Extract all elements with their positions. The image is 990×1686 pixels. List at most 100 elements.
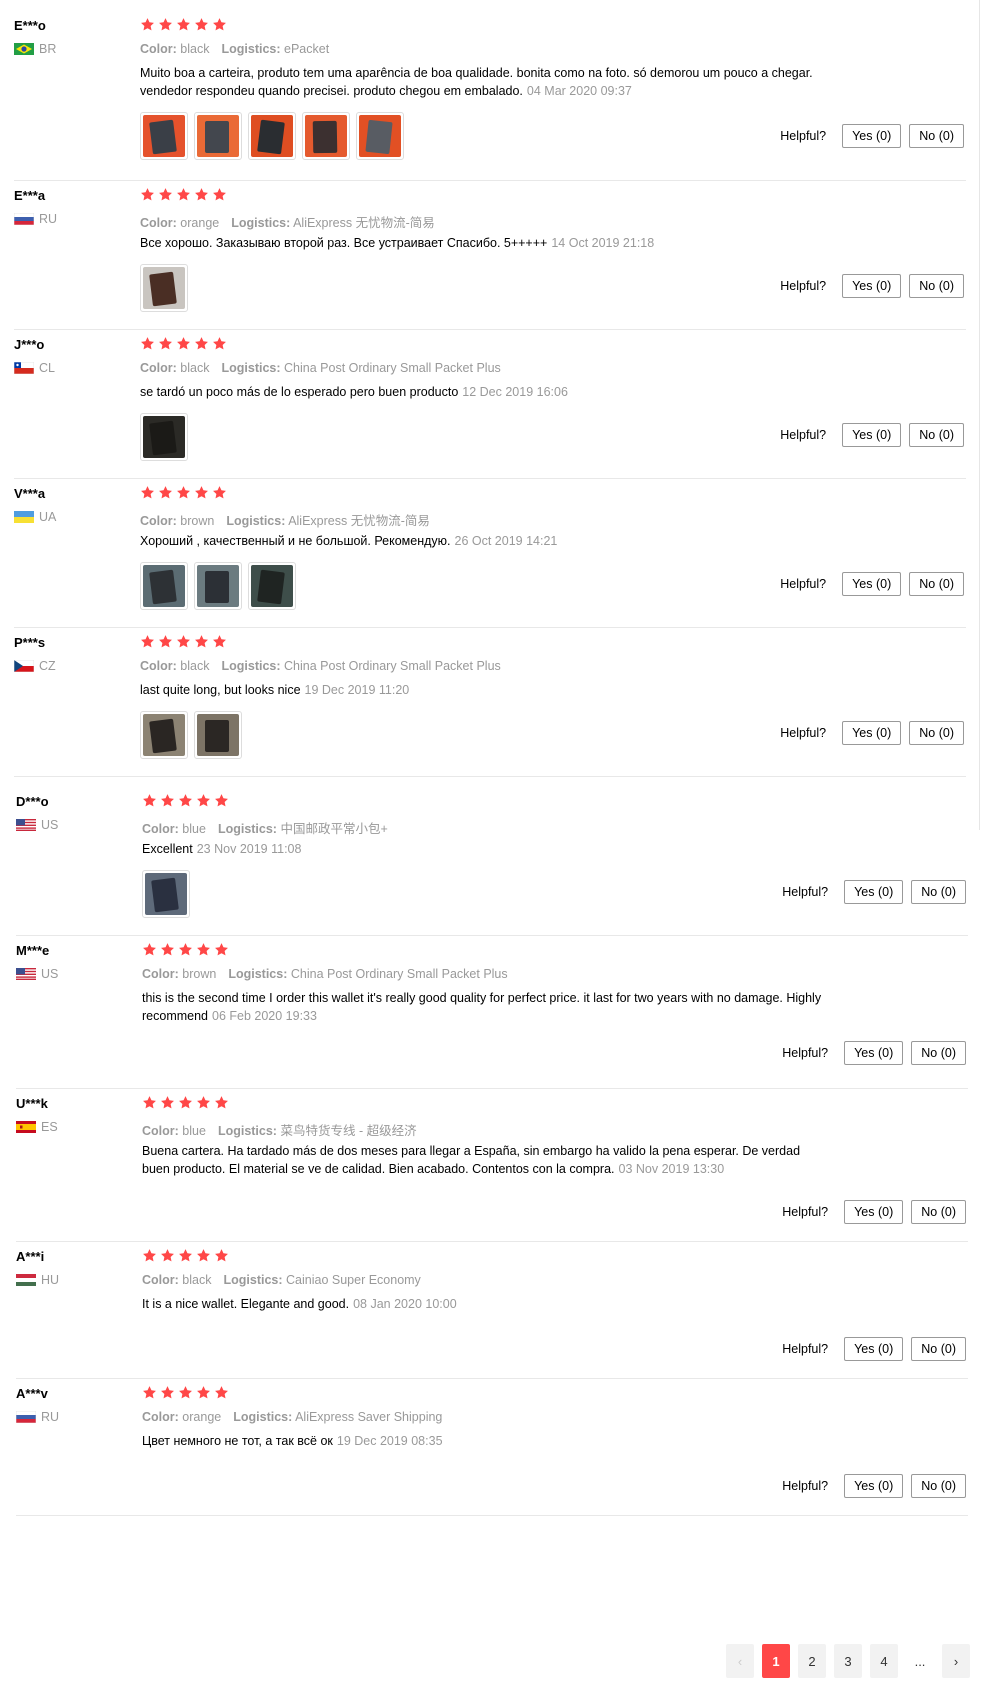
review-photo[interactable] [140, 264, 188, 312]
logistics-label: Logistics: [223, 1273, 283, 1287]
review-body: It is a nice wallet. Elegante and good. [142, 1297, 350, 1311]
review-photo[interactable] [142, 870, 190, 918]
next-page-button[interactable]: › [942, 1644, 970, 1678]
vote-yes-button[interactable]: Yes (0) [842, 124, 902, 148]
review-photo[interactable] [140, 562, 188, 610]
star-icon [214, 1248, 230, 1263]
country-code: RU [39, 212, 58, 226]
vote-yes-button[interactable]: Yes (0) [844, 1474, 904, 1498]
logistics-label: Logistics: [231, 216, 291, 230]
review-text: last quite long, but looks nice 19 Dec 20… [140, 681, 820, 699]
review-photo[interactable] [140, 112, 188, 160]
star-icon [160, 793, 176, 808]
logistics-value: ePacket [284, 42, 330, 56]
star-icon [176, 336, 192, 351]
star-icon [140, 17, 156, 32]
color-value: black [180, 42, 210, 56]
review-photo[interactable] [302, 112, 350, 160]
review-date: 14 Oct 2019 21:18 [551, 236, 655, 250]
helpful-label: Helpful? [782, 885, 829, 899]
star-icon [176, 187, 192, 202]
star-icon [158, 187, 174, 202]
reviewer-country: UA [14, 510, 56, 524]
vote-no-button[interactable]: No (0) [911, 1041, 966, 1065]
review-photos [140, 112, 410, 160]
vote-yes-button[interactable]: Yes (0) [842, 274, 902, 298]
star-icon [214, 793, 230, 808]
logistics-value: China Post Ordinary Small Packet Plus [284, 361, 501, 375]
color-value: black [180, 361, 210, 375]
vote-yes-button[interactable]: Yes (0) [842, 423, 902, 447]
country-code: CL [39, 361, 55, 375]
vote-no-button[interactable]: No (0) [909, 124, 964, 148]
helpful-voting: Helpful? Yes (0) No (0) [782, 1474, 966, 1498]
star-icon [160, 1385, 176, 1400]
vote-yes-button[interactable]: Yes (0) [844, 1041, 904, 1065]
helpful-label: Helpful? [780, 726, 827, 740]
color-label: Color: [142, 1273, 179, 1287]
helpful-voting: Helpful? Yes (0) No (0) [782, 1337, 966, 1361]
reviewer-name: P***s [14, 635, 46, 650]
logistics-label: Logistics: [221, 361, 281, 375]
page-1-button[interactable]: 1 [762, 1644, 790, 1678]
review-item: P***s CZ Color: black Logistics: China Post… [14, 629, 966, 777]
logistics-value: China Post Ordinary Small Packet Plus [290, 967, 508, 981]
vote-no-button[interactable]: No (0) [911, 1474, 966, 1498]
review-photo[interactable] [140, 413, 188, 461]
star-icon [194, 187, 210, 202]
review-photo[interactable] [356, 112, 404, 160]
vote-no-button[interactable]: No (0) [909, 721, 964, 745]
page-4-button[interactable]: 4 [870, 1644, 898, 1678]
review-photo[interactable] [248, 562, 296, 610]
review-date: 04 Mar 2020 09:37 [526, 84, 632, 98]
star-icon [214, 1385, 230, 1400]
review-photo[interactable] [248, 112, 296, 160]
page-3-button[interactable]: 3 [834, 1644, 862, 1678]
review-body: se tardó un poco más de lo esperado pero… [140, 385, 459, 399]
review-body: Хороший , качественный и не большой. Рек… [140, 534, 451, 548]
country-flag-icon [16, 1411, 36, 1423]
vote-no-button[interactable]: No (0) [911, 880, 966, 904]
review-meta: Color: brown Logistics: China Post Ordina… [142, 967, 508, 981]
vote-yes-button[interactable]: Yes (0) [844, 1337, 904, 1361]
vote-yes-button[interactable]: Yes (0) [844, 1200, 904, 1224]
vote-no-button[interactable]: No (0) [909, 423, 964, 447]
vote-no-button[interactable]: No (0) [909, 572, 964, 596]
star-icon [214, 1095, 230, 1110]
vote-yes-button[interactable]: Yes (0) [842, 572, 902, 596]
star-rating [140, 485, 230, 501]
review-item: J***o CL Color: black Logistics: China Post… [14, 331, 966, 479]
review-text: this is the second time I order this wal… [142, 989, 822, 1025]
country-code: CZ [39, 659, 56, 673]
helpful-label: Helpful? [780, 428, 827, 442]
star-icon [196, 793, 212, 808]
review-photo[interactable] [194, 562, 242, 610]
review-photo[interactable] [194, 112, 242, 160]
review-meta: Color: black Logistics: Cainiao Super Eco… [142, 1273, 421, 1287]
country-code: US [41, 818, 59, 832]
vote-yes-button[interactable]: Yes (0) [844, 880, 904, 904]
scrollbar[interactable] [979, 0, 990, 830]
review-photo[interactable] [194, 711, 242, 759]
prev-page-button[interactable]: ‹ [726, 1644, 754, 1678]
star-icon [178, 1248, 194, 1263]
color-value: blue [182, 1124, 206, 1138]
star-rating [142, 1385, 232, 1401]
review-date: 26 Oct 2019 14:21 [454, 534, 558, 548]
vote-yes-button[interactable]: Yes (0) [842, 721, 902, 745]
review-photo[interactable] [140, 711, 188, 759]
vote-no-button[interactable]: No (0) [911, 1200, 966, 1224]
logistics-value: AliExpress Saver Shipping [295, 1410, 443, 1424]
pagination-ellipsis: ... [914, 1653, 926, 1669]
reviewer-country: US [16, 967, 58, 981]
logistics-value: 菜鸟特货专线 - 超级经济 [280, 1124, 417, 1138]
helpful-voting: Helpful? Yes (0) No (0) [782, 880, 966, 904]
review-item: D***o US Color: blue Logistics: 中国邮政平常小包+ Ex… [16, 788, 968, 936]
star-icon [214, 942, 230, 957]
vote-no-button[interactable]: No (0) [911, 1337, 966, 1361]
review-item: A***i HU Color: black Logistics: Cainiao Su… [16, 1243, 968, 1379]
color-label: Color: [142, 967, 179, 981]
vote-no-button[interactable]: No (0) [909, 274, 964, 298]
page-2-button[interactable]: 2 [798, 1644, 826, 1678]
review-text: Muito boa a carteira, produto tem uma ap… [140, 64, 820, 100]
